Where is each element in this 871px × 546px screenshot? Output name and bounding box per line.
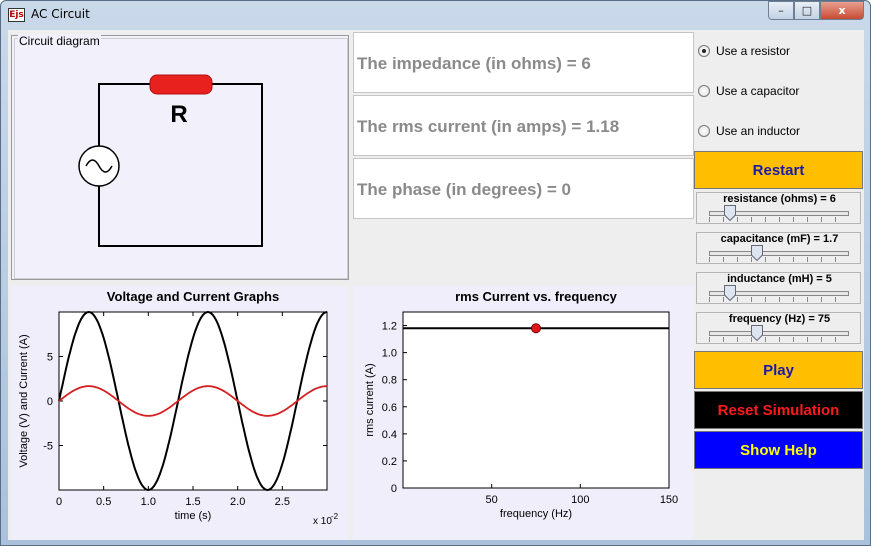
x-tick-label: 0.5 bbox=[96, 496, 111, 508]
y-tick-label: 0.2 bbox=[382, 456, 397, 468]
resistor-icon bbox=[149, 74, 213, 95]
capacitance-slider[interactable]: capacitance (mF) = 1.7 bbox=[696, 232, 861, 264]
voltage-current-graph-panel: Voltage and Current Graphs 0 0.5 1.0 1.5 2.0 2… bbox=[11, 286, 348, 540]
option-label: Use a resistor bbox=[716, 44, 791, 58]
slider-label: inductance (mH) = 5 bbox=[727, 273, 832, 285]
slider-track[interactable] bbox=[709, 251, 849, 256]
radio-selected-icon[interactable] bbox=[698, 45, 710, 57]
slider-label: capacitance (mF) = 1.7 bbox=[720, 233, 839, 245]
window-title: AC Circuit bbox=[31, 7, 90, 21]
resistance-slider[interactable]: resistance (ohms) = 6 bbox=[696, 192, 861, 224]
close-button[interactable]: x bbox=[820, 1, 864, 20]
y-axis-label: rms current (A) bbox=[364, 363, 376, 436]
slider-thumb[interactable] bbox=[750, 325, 763, 341]
option-capacitor[interactable]: Use a capacitor bbox=[698, 84, 799, 98]
app-window: Ejs AC Circuit – □ x Circuit diagram R T… bbox=[0, 0, 871, 546]
y-axis-label: Voltage (V) and Current (A) bbox=[18, 334, 30, 467]
x-multiplier: x 10 bbox=[313, 516, 332, 527]
x-tick-label: 1.5 bbox=[185, 496, 200, 508]
maximize-button[interactable]: □ bbox=[794, 1, 820, 20]
y-tick-label: 1.2 bbox=[382, 321, 397, 333]
x-tick-label: 150 bbox=[660, 494, 678, 506]
x-tick-label: 0 bbox=[56, 496, 62, 508]
reset-simulation-button[interactable]: Reset Simulation bbox=[694, 391, 863, 429]
slider-thumb[interactable] bbox=[724, 285, 736, 301]
slider-label: resistance (ohms) = 6 bbox=[723, 193, 836, 205]
show-help-button[interactable]: Show Help bbox=[694, 431, 863, 469]
rms-frequency-chart[interactable]: rms Current vs. frequency 50 100 150 0 0.2 0.4… bbox=[353, 286, 694, 540]
current-point-marker bbox=[531, 323, 541, 334]
impedance-display: The impedance (in ohms) = 6 bbox=[353, 32, 694, 93]
phase-display: The phase (in degrees) = 0 bbox=[353, 158, 694, 219]
plot-area bbox=[402, 311, 670, 489]
chart-title: rms Current vs. frequency bbox=[455, 289, 618, 304]
slider-ticks bbox=[709, 257, 849, 262]
y-tick-label: 0.8 bbox=[382, 375, 397, 387]
client-area: Circuit diagram R The impedance (in ohms… bbox=[8, 30, 864, 540]
circuit-drawing: R bbox=[78, 74, 263, 247]
y-tick-label: 0.4 bbox=[382, 429, 397, 441]
slider-ticks bbox=[709, 337, 849, 342]
play-button[interactable]: Play bbox=[694, 351, 863, 389]
x-axis-label: frequency (Hz) bbox=[500, 508, 572, 520]
radio-icon[interactable] bbox=[698, 85, 710, 97]
option-inductor[interactable]: Use an inductor bbox=[698, 124, 800, 138]
x-tick-label: 50 bbox=[486, 494, 498, 506]
option-label: Use an inductor bbox=[716, 124, 801, 138]
y-tick-label: 5 bbox=[47, 352, 53, 364]
slider-thumb[interactable] bbox=[724, 205, 736, 221]
y-tick-label: 0 bbox=[391, 483, 397, 495]
circuit-diagram-panel: Circuit diagram R bbox=[11, 34, 349, 280]
slider-label: frequency (Hz) = 75 bbox=[728, 313, 831, 325]
voltage-current-chart[interactable]: Voltage and Current Graphs 0 0.5 1.0 1.5 2.0 2… bbox=[11, 286, 348, 540]
option-label: Use a capacitor bbox=[716, 84, 800, 98]
slider-track[interactable] bbox=[709, 331, 849, 336]
y-tick-label: 0.6 bbox=[382, 402, 397, 414]
resistor-label: R bbox=[170, 101, 187, 128]
inductance-slider[interactable]: inductance (mH) = 5 bbox=[696, 272, 861, 304]
x-tick-label: 2.5 bbox=[275, 496, 290, 508]
x-tick-label: 1.0 bbox=[141, 496, 156, 508]
x-tick-label: 2.0 bbox=[230, 496, 245, 508]
ejs-app-icon: Ejs bbox=[8, 8, 25, 22]
minimize-button[interactable]: – bbox=[768, 1, 794, 20]
restart-button[interactable]: Restart bbox=[694, 151, 863, 189]
title-bar[interactable]: Ejs AC Circuit – □ x bbox=[1, 1, 870, 29]
y-tick-label: 1.0 bbox=[382, 348, 397, 360]
y-tick-label: 0 bbox=[47, 396, 53, 408]
frequency-slider[interactable]: frequency (Hz) = 75 bbox=[696, 312, 861, 344]
rms-current-display: The rms current (in amps) = 1.18 bbox=[353, 95, 694, 156]
slider-thumb[interactable] bbox=[750, 245, 763, 261]
x-multiplier-exponent: -2 bbox=[331, 512, 339, 521]
x-axis-label: time (s) bbox=[175, 510, 212, 522]
y-tick-label: -5 bbox=[43, 441, 53, 453]
x-tick-label: 100 bbox=[571, 494, 589, 506]
rms-frequency-graph-panel: rms Current vs. frequency 50 100 150 0 0.2 0.4… bbox=[353, 286, 694, 540]
radio-icon[interactable] bbox=[698, 125, 710, 137]
option-resistor[interactable]: Use a resistor bbox=[698, 44, 790, 58]
chart-title: Voltage and Current Graphs bbox=[107, 289, 279, 304]
